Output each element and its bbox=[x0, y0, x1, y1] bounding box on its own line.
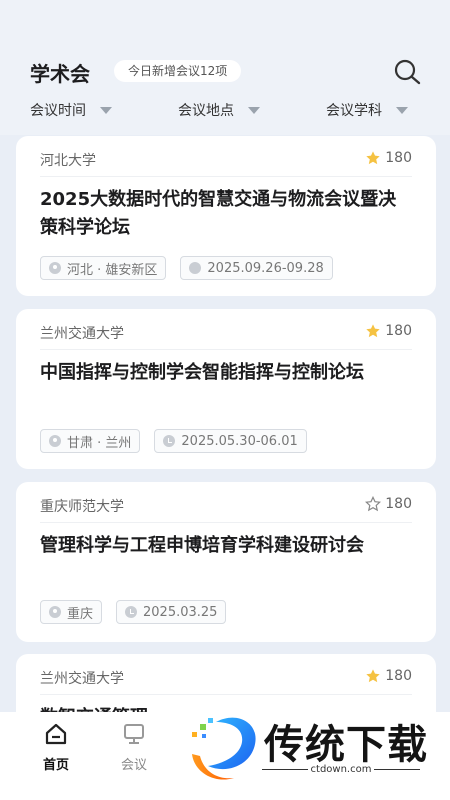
date-text: 2025.05.30-06.01 bbox=[181, 433, 298, 449]
location-text: 河北 · 雄安新区 bbox=[67, 262, 158, 278]
filter-subject-label: 会议学科 bbox=[326, 103, 382, 119]
date-text: 2025.09.26-09.28 bbox=[207, 260, 324, 276]
watermark-brand: 传统下载 bbox=[264, 722, 428, 768]
monitor-icon bbox=[124, 724, 144, 744]
favorite-count[interactable]: 180 bbox=[365, 323, 412, 339]
favorite-count-value: 180 bbox=[385, 323, 412, 339]
date-tag: 2025.05.30-06.01 bbox=[154, 429, 307, 453]
favorite-count-value: 180 bbox=[385, 668, 412, 684]
location-pin-icon bbox=[49, 606, 61, 618]
divider bbox=[40, 694, 412, 695]
tab-conference-label: 会议 bbox=[120, 758, 147, 773]
filter-location[interactable]: 会议地点 bbox=[178, 100, 260, 120]
conference-tags: 河北 · 雄安新区 2025.09.26-09.28 bbox=[40, 256, 333, 280]
favorite-count-value: 180 bbox=[385, 150, 412, 166]
date-text: 2025.03.25 bbox=[143, 604, 218, 620]
conference-card[interactable]: 重庆师范大学 180 管理科学与工程申博培育学科建设研讨会 重庆 2025.03… bbox=[16, 482, 436, 642]
clock-icon bbox=[125, 606, 138, 618]
location-tag: 重庆 bbox=[40, 600, 103, 624]
filter-time-label: 会议时间 bbox=[30, 103, 86, 119]
date-tag: 2025.03.25 bbox=[116, 600, 227, 624]
tab-home-label: 首页 bbox=[42, 758, 69, 773]
location-text: 重庆 bbox=[67, 606, 94, 622]
calendar-icon bbox=[189, 262, 202, 274]
conference-tags: 甘肃 · 兰州 2025.05.30-06.01 bbox=[40, 429, 307, 453]
conference-tags: 重庆 2025.03.25 bbox=[40, 600, 227, 624]
chevron-down-icon bbox=[396, 106, 408, 114]
favorite-count[interactable]: 180 bbox=[365, 150, 412, 166]
favorite-count-value: 180 bbox=[385, 496, 412, 512]
divider bbox=[40, 176, 412, 177]
tab-conference[interactable]: 会议 bbox=[104, 722, 164, 773]
star-filled-icon bbox=[366, 324, 380, 338]
search-icon bbox=[394, 59, 421, 85]
chevron-down-icon bbox=[248, 106, 260, 114]
date-tag: 2025.09.26-09.28 bbox=[180, 256, 333, 280]
favorite-count[interactable]: 180 bbox=[365, 496, 412, 512]
filter-subject[interactable]: 会议学科 bbox=[326, 100, 408, 120]
header: 学术会 今日新增会议12项 会议时间 会议地点 会议学科 bbox=[0, 0, 450, 135]
favorite-count[interactable]: 180 bbox=[365, 668, 412, 684]
tab-home[interactable]: 首页 bbox=[26, 722, 86, 773]
filter-time[interactable]: 会议时间 bbox=[30, 100, 112, 120]
star-outline-icon bbox=[365, 496, 382, 512]
page-title: 学术会 bbox=[30, 62, 90, 86]
watermark-logo-icon bbox=[192, 717, 256, 780]
home-icon bbox=[45, 723, 67, 745]
conference-title: 管理科学与工程申博培育学科建设研讨会 bbox=[40, 535, 364, 556]
location-pin-icon bbox=[49, 262, 61, 274]
organizer: 河北大学 bbox=[40, 153, 96, 169]
conference-title: 2025大数据时代的智慧交通与物流会议暨决策科学论坛 bbox=[40, 189, 397, 238]
conference-card[interactable]: 河北大学 180 2025大数据时代的智慧交通与物流会议暨决策科学论坛 河北 ·… bbox=[16, 136, 436, 296]
chevron-down-icon bbox=[100, 106, 112, 114]
organizer: 兰州交通大学 bbox=[40, 671, 124, 687]
location-tag: 河北 · 雄安新区 bbox=[40, 256, 167, 280]
conference-card[interactable]: 兰州交通大学 180 中国指挥与控制学会智能指挥与控制论坛 甘肃 · 兰州 20… bbox=[16, 309, 436, 469]
filter-bar: 会议时间 会议地点 会议学科 bbox=[0, 100, 450, 124]
location-pin-icon bbox=[49, 435, 61, 447]
organizer: 兰州交通大学 bbox=[40, 326, 124, 342]
search-button[interactable] bbox=[392, 58, 426, 88]
star-filled-icon bbox=[366, 669, 380, 683]
new-conference-badge: 今日新增会议12项 bbox=[114, 60, 242, 82]
divider bbox=[40, 349, 412, 350]
divider bbox=[40, 522, 412, 523]
conference-title: 中国指挥与控制学会智能指挥与控制论坛 bbox=[40, 362, 364, 383]
star-filled-icon bbox=[366, 151, 380, 165]
filter-location-label: 会议地点 bbox=[178, 103, 234, 119]
organizer: 重庆师范大学 bbox=[40, 499, 124, 515]
location-text: 甘肃 · 兰州 bbox=[67, 435, 132, 451]
clock-icon bbox=[163, 435, 176, 447]
watermark-url: ctdown.com bbox=[310, 764, 372, 775]
location-tag: 甘肃 · 兰州 bbox=[40, 429, 141, 453]
